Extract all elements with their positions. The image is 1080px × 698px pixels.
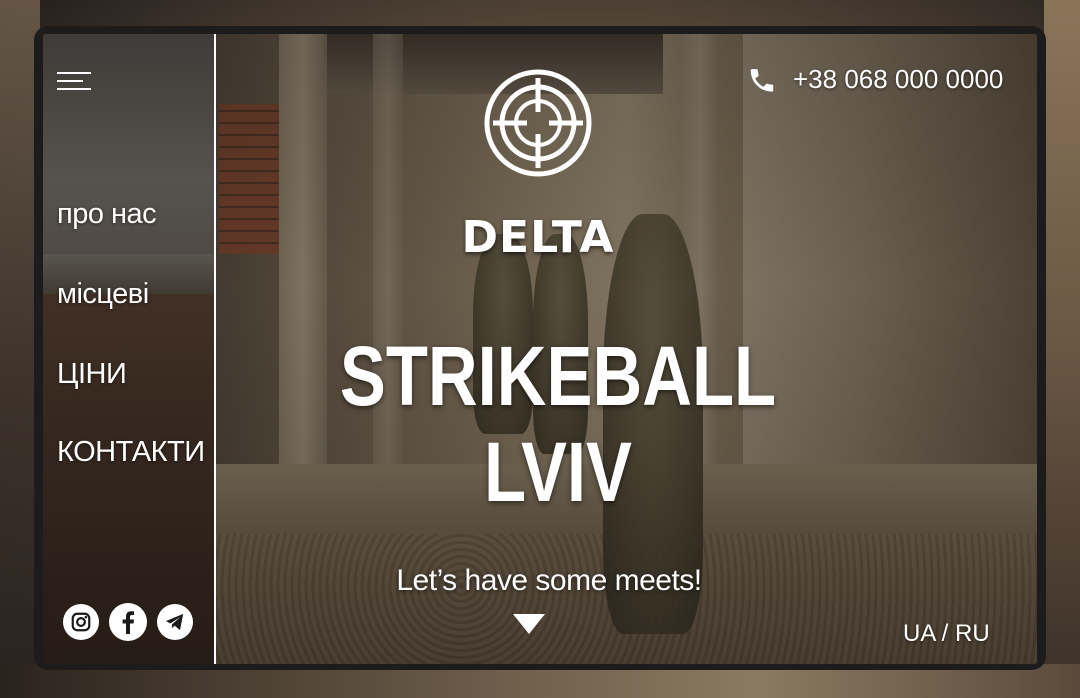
phone-number[interactable]: +38 068 000 0000 [793,64,1003,95]
crosshair-target-icon [484,69,592,177]
hero-title: STRIKEBALL LVIV [324,328,791,520]
nav-item-contacts[interactable]: КОНТАКТИ [57,436,205,469]
hero-title-line1: STRIKEBALL [339,329,777,423]
background-blur-right [1044,0,1080,698]
facebook-icon[interactable] [109,603,147,641]
nav-item-locations[interactable]: місцеві [57,278,149,311]
brand-logo[interactable]: DELTA [453,68,613,260]
sidebar-divider [214,34,216,664]
hamburger-menu-icon[interactable] [57,72,93,92]
nav-item-about[interactable]: про нас [57,198,157,231]
telegram-icon[interactable] [157,604,193,640]
phone-icon [750,68,774,92]
phone-contact[interactable]: +38 068 000 0000 [747,64,1003,95]
device-frame: про нас місцеві ЦІНИ КОНТАКТИ DELTA +38 … [34,26,1046,670]
instagram-icon[interactable] [63,604,99,640]
landing-page-screen: про нас місцеві ЦІНИ КОНТАКТИ DELTA +38 … [43,34,1037,664]
hero-tagline: Let’s have some meets! [396,564,702,597]
hero-title-line2: LVIV [484,425,632,519]
down-triangle-icon[interactable] [513,614,545,634]
logo-text: DELTA [461,212,615,263]
nav-item-prices[interactable]: ЦІНИ [57,358,127,391]
language-switcher[interactable]: UA / RU [903,620,990,648]
